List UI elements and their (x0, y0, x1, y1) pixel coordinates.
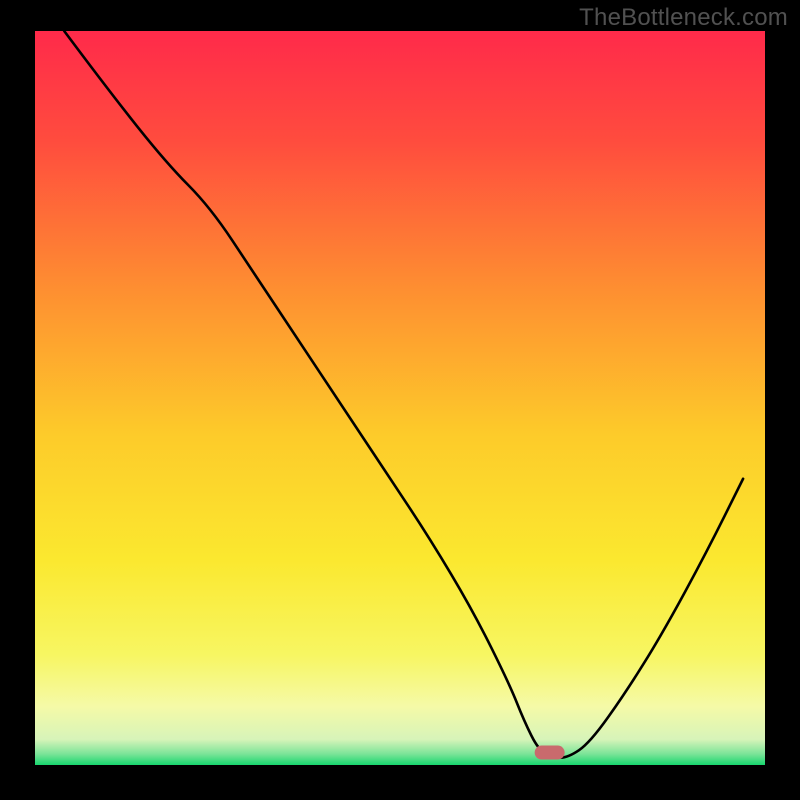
watermark-text: TheBottleneck.com (579, 4, 788, 32)
optimal-marker (535, 746, 565, 760)
plot-background (35, 31, 765, 765)
chart-frame: TheBottleneck.com (0, 0, 800, 800)
bottleneck-chart (0, 0, 800, 800)
